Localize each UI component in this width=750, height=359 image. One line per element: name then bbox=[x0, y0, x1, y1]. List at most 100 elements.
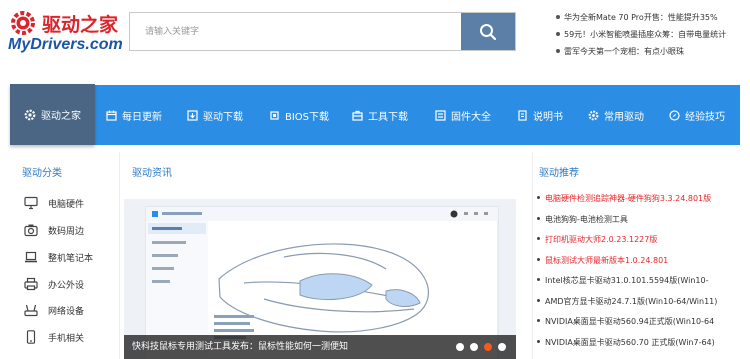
nav-label: 说明书 bbox=[533, 111, 563, 123]
slide-dot[interactable] bbox=[498, 343, 506, 351]
category-sidebar: 驱动分类 电脑硬件 数码周边 整机笔记本 办公外设 网络设备 手机相关 bbox=[10, 152, 120, 359]
camera-icon bbox=[24, 224, 38, 237]
bullet-icon bbox=[537, 237, 540, 240]
headline-text: 59元！小米智能喷墨插座众筹：自带电量统计 bbox=[564, 30, 727, 39]
feature-slide[interactable]: 快科技鼠标专用测试工具发布：鼠标性能如何一测便知 bbox=[124, 199, 516, 359]
bullet-icon bbox=[537, 257, 540, 261]
search-icon bbox=[480, 23, 497, 40]
recommend-item-text: 电脑硬件检测追踪神器-硬件狗狗3.3.24.801版 bbox=[545, 194, 712, 203]
nav-item-tool-download[interactable]: 工具下载 bbox=[352, 85, 408, 145]
compass-icon bbox=[669, 109, 680, 121]
main-nav: 驱动之家 每日更新 驱动下载 BIOS下载 工具下载 固件大全 说明书 常用驱动… bbox=[10, 84, 740, 145]
bullet-icon bbox=[556, 14, 560, 19]
sidebar-item-laptop[interactable]: 整机笔记本 bbox=[24, 247, 93, 267]
nav-label: BIOS下载 bbox=[285, 111, 330, 123]
logo-text-en: MyDrivers.com bbox=[8, 36, 123, 53]
download-box-icon bbox=[187, 109, 198, 121]
slide-dot[interactable] bbox=[470, 343, 478, 351]
bullet-icon bbox=[537, 216, 540, 220]
nav-label: 常用驱动 bbox=[604, 111, 644, 123]
search-button[interactable] bbox=[461, 13, 515, 50]
recommend-item-text: AMD官方显卡驱动24.7.1版(Win10-64/Win11) bbox=[545, 296, 718, 306]
nav-item-firmware[interactable]: 固件大全 bbox=[435, 85, 491, 145]
bullet-icon bbox=[537, 196, 540, 199]
phone-icon bbox=[26, 330, 36, 344]
sidebar-item-label: 数码周边 bbox=[48, 226, 85, 237]
nav-label: 工具下载 bbox=[368, 111, 408, 123]
headline-item[interactable]: 华为全新Mate 70 Pro开售：性能提升35% bbox=[556, 9, 748, 26]
logo-gear-icon bbox=[11, 11, 35, 35]
recommend-item[interactable]: 打印机驱动大师2.0.23.1227版 bbox=[537, 232, 737, 248]
bullet-icon bbox=[537, 319, 540, 322]
site-header: 驱动之家 MyDrivers.com 华为全新Mate 70 Pro开售：性能提… bbox=[0, 0, 750, 72]
nav-item-tips[interactable]: 经验技巧 bbox=[669, 85, 725, 145]
feature-news: 驱动资讯 快科技鼠标专用测试工具发布：鼠标性能如何一测便知 bbox=[124, 152, 516, 359]
book-icon bbox=[518, 109, 527, 121]
computer-icon bbox=[24, 196, 38, 210]
nav-label: 经验技巧 bbox=[685, 111, 725, 123]
sidebar-item-label: 网络设备 bbox=[48, 306, 85, 317]
recommend-item[interactable]: 电脑硬件检测追踪神器-硬件狗狗3.3.24.801版 bbox=[537, 191, 737, 207]
recommend-item[interactable]: 鼠标测试大师最新版本1.0.24.801 bbox=[537, 253, 737, 269]
sidebar-item-digital[interactable]: 数码周边 bbox=[24, 220, 84, 240]
slide-dot[interactable] bbox=[456, 343, 464, 351]
nav-item-manuals[interactable]: 说明书 bbox=[517, 85, 563, 145]
bullet-icon bbox=[556, 48, 560, 53]
laptop-icon bbox=[25, 251, 37, 263]
recommend-title: 驱动推荐 bbox=[539, 168, 579, 179]
calendar-icon bbox=[106, 110, 117, 121]
nav-item-driver-download[interactable]: 驱动下载 bbox=[187, 85, 243, 145]
printer-icon bbox=[24, 277, 38, 291]
nav-item-bios-download[interactable]: BIOS下载 bbox=[269, 85, 329, 145]
recommend-item-text: 打印机驱动大师2.0.23.1227版 bbox=[545, 235, 658, 244]
search-box bbox=[129, 12, 516, 51]
nav-item-home[interactable]: 驱动之家 bbox=[10, 84, 95, 145]
headline-text: 华为全新Mate 70 Pro开售：性能提升35% bbox=[564, 13, 718, 22]
site-logo[interactable]: 驱动之家 MyDrivers.com bbox=[8, 8, 123, 58]
recommend-item-text: NVIDIA桌面显卡驱动560.70 正式版(Win7-64) bbox=[545, 337, 715, 347]
recommend-item[interactable]: 电池狗狗-电池检测工具 bbox=[537, 212, 737, 228]
sidebar-title: 驱动分类 bbox=[22, 168, 62, 179]
slide-dot-active[interactable] bbox=[484, 343, 492, 351]
toolbox-icon bbox=[352, 110, 363, 121]
sidebar-item-label: 手机相关 bbox=[48, 333, 85, 344]
recommend-item-text: 鼠标测试大师最新版本1.0.24.801 bbox=[545, 255, 669, 265]
recommend-item[interactable]: Intel核芯显卡驱动31.0.101.5594版(Win10- bbox=[537, 273, 737, 289]
sidebar-item-pc-hardware[interactable]: 电脑硬件 bbox=[24, 193, 84, 213]
nav-item-daily-update[interactable]: 每日更新 bbox=[106, 85, 162, 145]
slide-caption[interactable]: 快科技鼠标专用测试工具发布：鼠标性能如何一测便知 bbox=[132, 335, 348, 359]
sidebar-item-label: 电脑硬件 bbox=[48, 199, 85, 210]
bullet-icon bbox=[537, 339, 540, 343]
bullet-icon bbox=[537, 278, 540, 281]
recommend-item-text: NVIDIA桌面显卡驱动560.94正式版(Win10-64 bbox=[545, 317, 715, 326]
nav-item-common-drivers[interactable]: 常用驱动 bbox=[588, 85, 644, 145]
nav-label: 驱动下载 bbox=[203, 111, 243, 123]
bullet-icon bbox=[556, 31, 560, 36]
chip-icon bbox=[270, 110, 279, 120]
sidebar-item-mobile[interactable]: 手机相关 bbox=[24, 327, 84, 347]
firmware-icon bbox=[435, 109, 446, 121]
bullet-icon bbox=[537, 298, 540, 302]
slide-pagination bbox=[450, 343, 506, 351]
search-input[interactable] bbox=[130, 13, 462, 50]
content-area: 驱动分类 电脑硬件 数码周边 整机笔记本 办公外设 网络设备 手机相关 驱动资讯 bbox=[10, 152, 740, 359]
driver-recommendations: 驱动推荐 电脑硬件检测追踪神器-硬件狗狗3.3.24.801版 电池狗狗-电池检测… bbox=[532, 152, 740, 359]
gear-icon bbox=[24, 109, 36, 120]
recommend-item[interactable]: NVIDIA桌面显卡驱动560.94正式版(Win10-64 bbox=[537, 314, 737, 330]
sidebar-item-network[interactable]: 网络设备 bbox=[24, 300, 84, 320]
router-icon bbox=[24, 304, 38, 317]
headline-text: 雷军今天第一个宠相：有点小眼珠 bbox=[564, 47, 684, 56]
headline-list: 华为全新Mate 70 Pro开售：性能提升35% 59元！小米智能喷墨插座众筹… bbox=[556, 9, 748, 60]
nav-home-label: 驱动之家 bbox=[41, 111, 81, 122]
recommend-item[interactable]: NVIDIA桌面显卡驱动560.70 正式版(Win7-64) bbox=[537, 335, 737, 351]
sidebar-item-office[interactable]: 办公外设 bbox=[24, 274, 84, 294]
headline-item[interactable]: 59元！小米智能喷墨插座众筹：自带电量统计 bbox=[556, 26, 748, 43]
recommend-item[interactable]: AMD官方显卡驱动24.7.1版(Win10-64/Win11) bbox=[537, 294, 737, 310]
nav-label: 固件大全 bbox=[451, 111, 491, 123]
recommend-item-text: 电池狗狗-电池检测工具 bbox=[545, 214, 628, 224]
headline-item[interactable]: 雷军今天第一个宠相：有点小眼珠 bbox=[556, 43, 748, 60]
sidebar-item-label: 办公外设 bbox=[48, 280, 85, 291]
nav-label: 每日更新 bbox=[122, 111, 162, 123]
logo-text-cn: 驱动之家 bbox=[42, 14, 119, 36]
slide-caption-bar: 快科技鼠标专用测试工具发布：鼠标性能如何一测便知 bbox=[124, 335, 516, 359]
